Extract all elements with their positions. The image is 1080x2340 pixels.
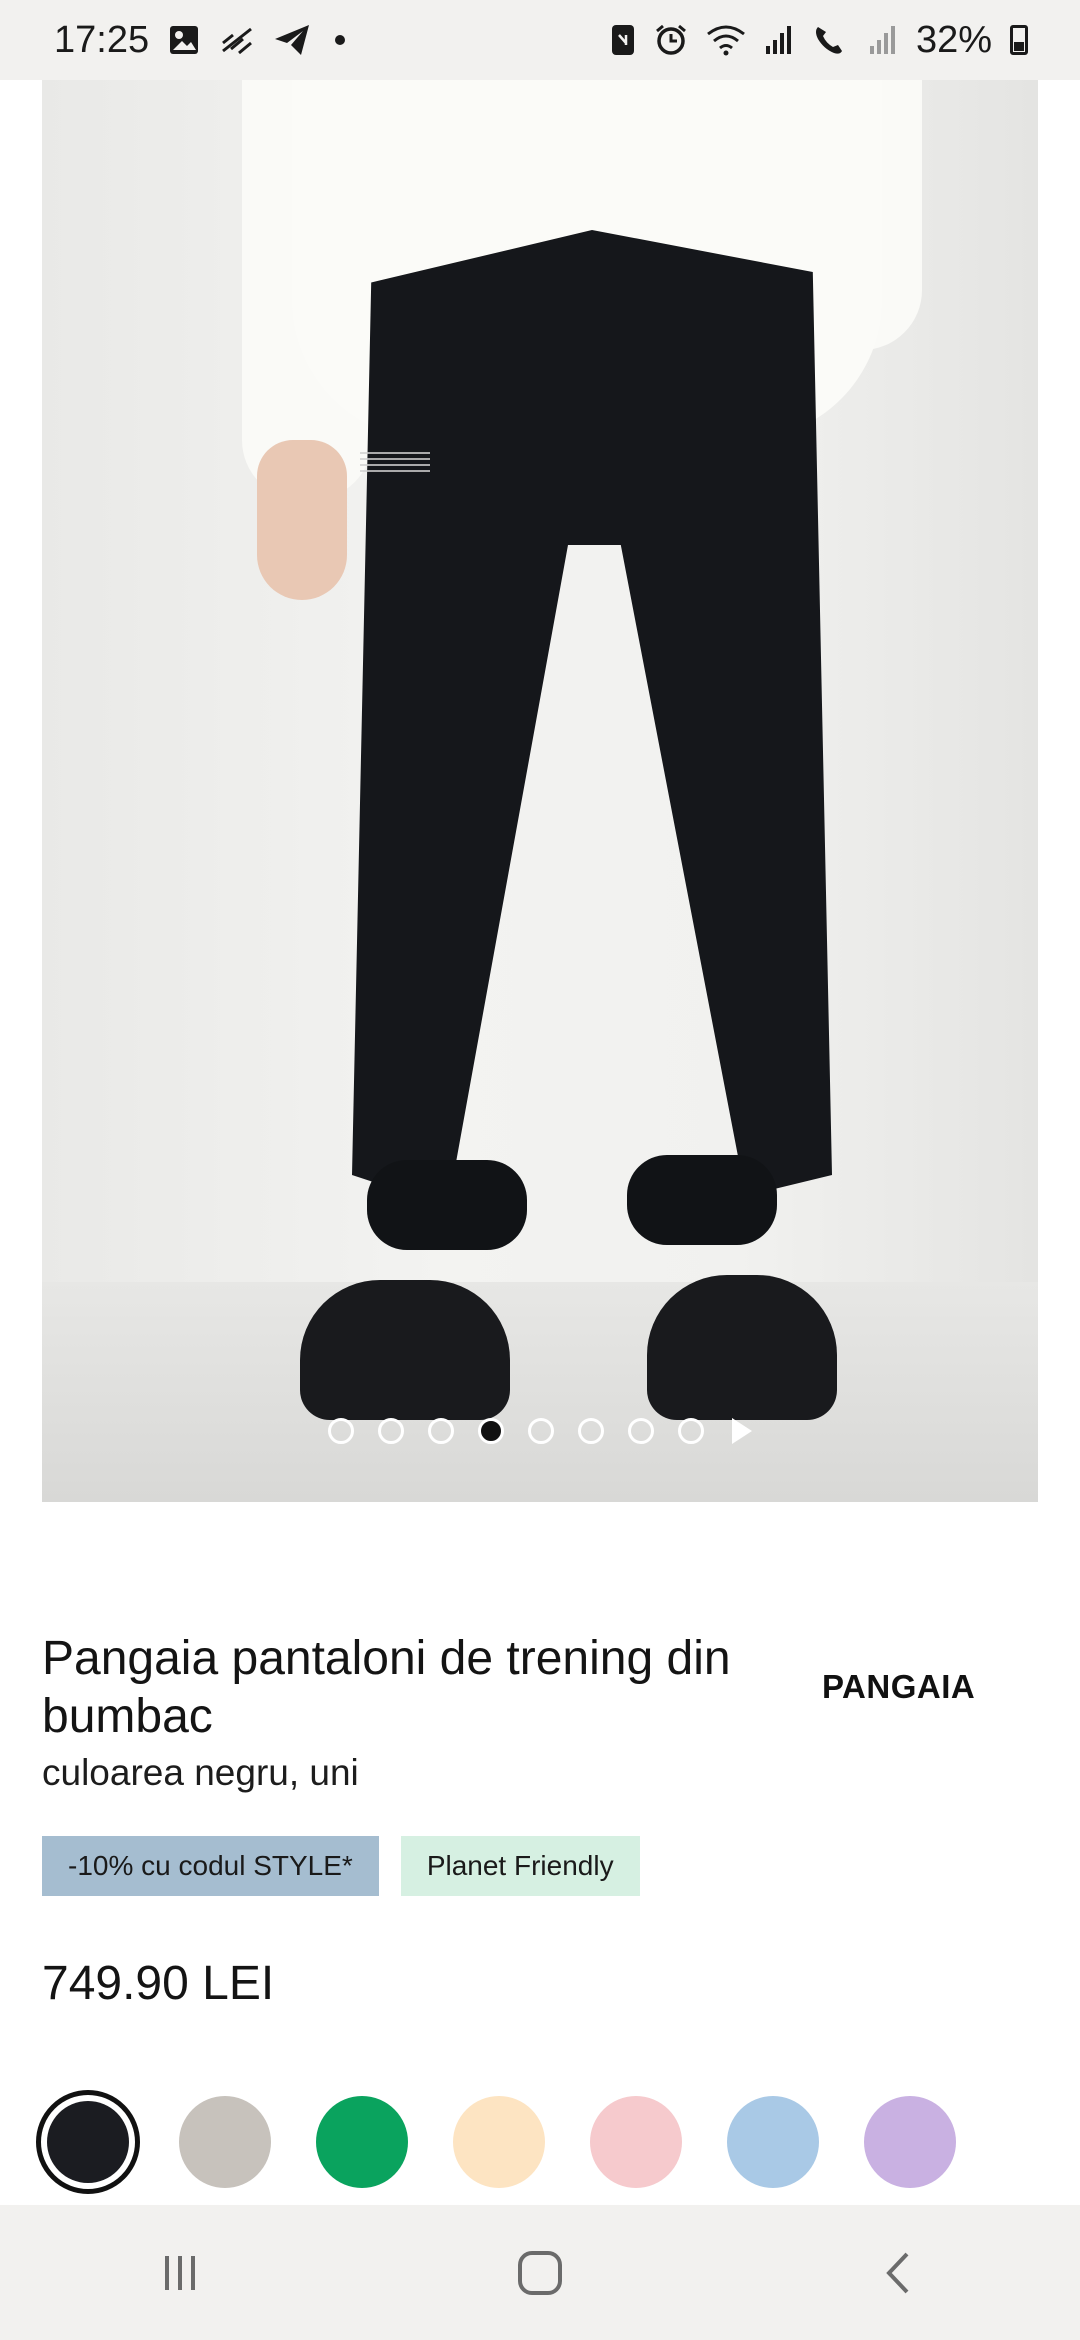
carousel-dot[interactable] — [378, 1418, 404, 1444]
product-title: Pangaia pantaloni de trening din bumbac — [42, 1632, 731, 1743]
signal-slash-icon — [219, 25, 255, 55]
image-shoe-left — [300, 1280, 510, 1420]
system-nav-bar — [0, 2205, 1080, 2340]
status-bar-right: 32% — [610, 19, 1028, 62]
status-bar-left: 17:25 — [54, 18, 346, 62]
signal-icon — [764, 24, 794, 56]
image-cuff-left — [367, 1160, 527, 1250]
color-swatch-cream[interactable] — [453, 2096, 545, 2188]
planet-friendly-tag[interactable]: Planet Friendly — [400, 1836, 640, 1896]
image-floor — [42, 1282, 1038, 1502]
gallery-icon — [167, 23, 201, 57]
color-swatch-blue[interactable] — [727, 2096, 819, 2188]
promo-tag[interactable]: -10% cu codul STYLE* — [42, 1836, 379, 1896]
product-tags: -10% cu codul STYLE* Planet Friendly — [42, 1836, 640, 1896]
brand-logo[interactable]: PANGAIA — [822, 1668, 975, 1706]
carousel-dot[interactable] — [678, 1418, 704, 1444]
back-icon[interactable] — [840, 2233, 960, 2313]
image-shoe-right — [647, 1275, 837, 1420]
wifi-icon — [706, 24, 746, 56]
carousel-dot[interactable] — [578, 1418, 604, 1444]
color-swatch-black[interactable] — [36, 2090, 140, 2194]
carousel-dot[interactable] — [328, 1418, 354, 1444]
signal-icon-2 — [868, 24, 898, 56]
color-swatch-green[interactable] — [316, 2096, 408, 2188]
home-icon[interactable] — [480, 2233, 600, 2313]
image-pants-print — [360, 452, 430, 476]
recent-apps-icon[interactable] — [120, 2233, 240, 2313]
battery-icon — [1010, 25, 1028, 55]
carousel-dots — [42, 1418, 1038, 1444]
carousel-dot[interactable] — [428, 1418, 454, 1444]
color-swatch-pink[interactable] — [590, 2096, 682, 2188]
carousel-dot[interactable] — [628, 1418, 654, 1444]
product-price: 749.90 LEI — [42, 1957, 275, 2010]
carousel-dot[interactable] — [478, 1418, 504, 1444]
image-cuff-right — [627, 1155, 777, 1245]
color-swatch-grey[interactable] — [179, 2096, 271, 2188]
product-image[interactable] — [42, 80, 1038, 1502]
image-pants — [352, 230, 832, 1207]
dot-icon — [335, 35, 346, 45]
status-time: 17:25 — [54, 18, 150, 61]
call-icon — [812, 23, 850, 57]
product-subtitle: culoarea negru, uni — [42, 1752, 359, 1793]
alarm-icon — [654, 23, 688, 57]
status-bar: 17:25 32% — [0, 0, 1080, 80]
battery-percent: 32% — [915, 18, 992, 61]
color-swatch-lavender[interactable] — [864, 2096, 956, 2188]
nfc-icon — [610, 23, 636, 57]
telegram-icon — [273, 23, 311, 57]
color-swatches — [36, 2090, 956, 2194]
carousel-dot[interactable] — [528, 1418, 554, 1444]
image-hand — [257, 440, 347, 600]
carousel-play-icon[interactable] — [732, 1418, 752, 1444]
